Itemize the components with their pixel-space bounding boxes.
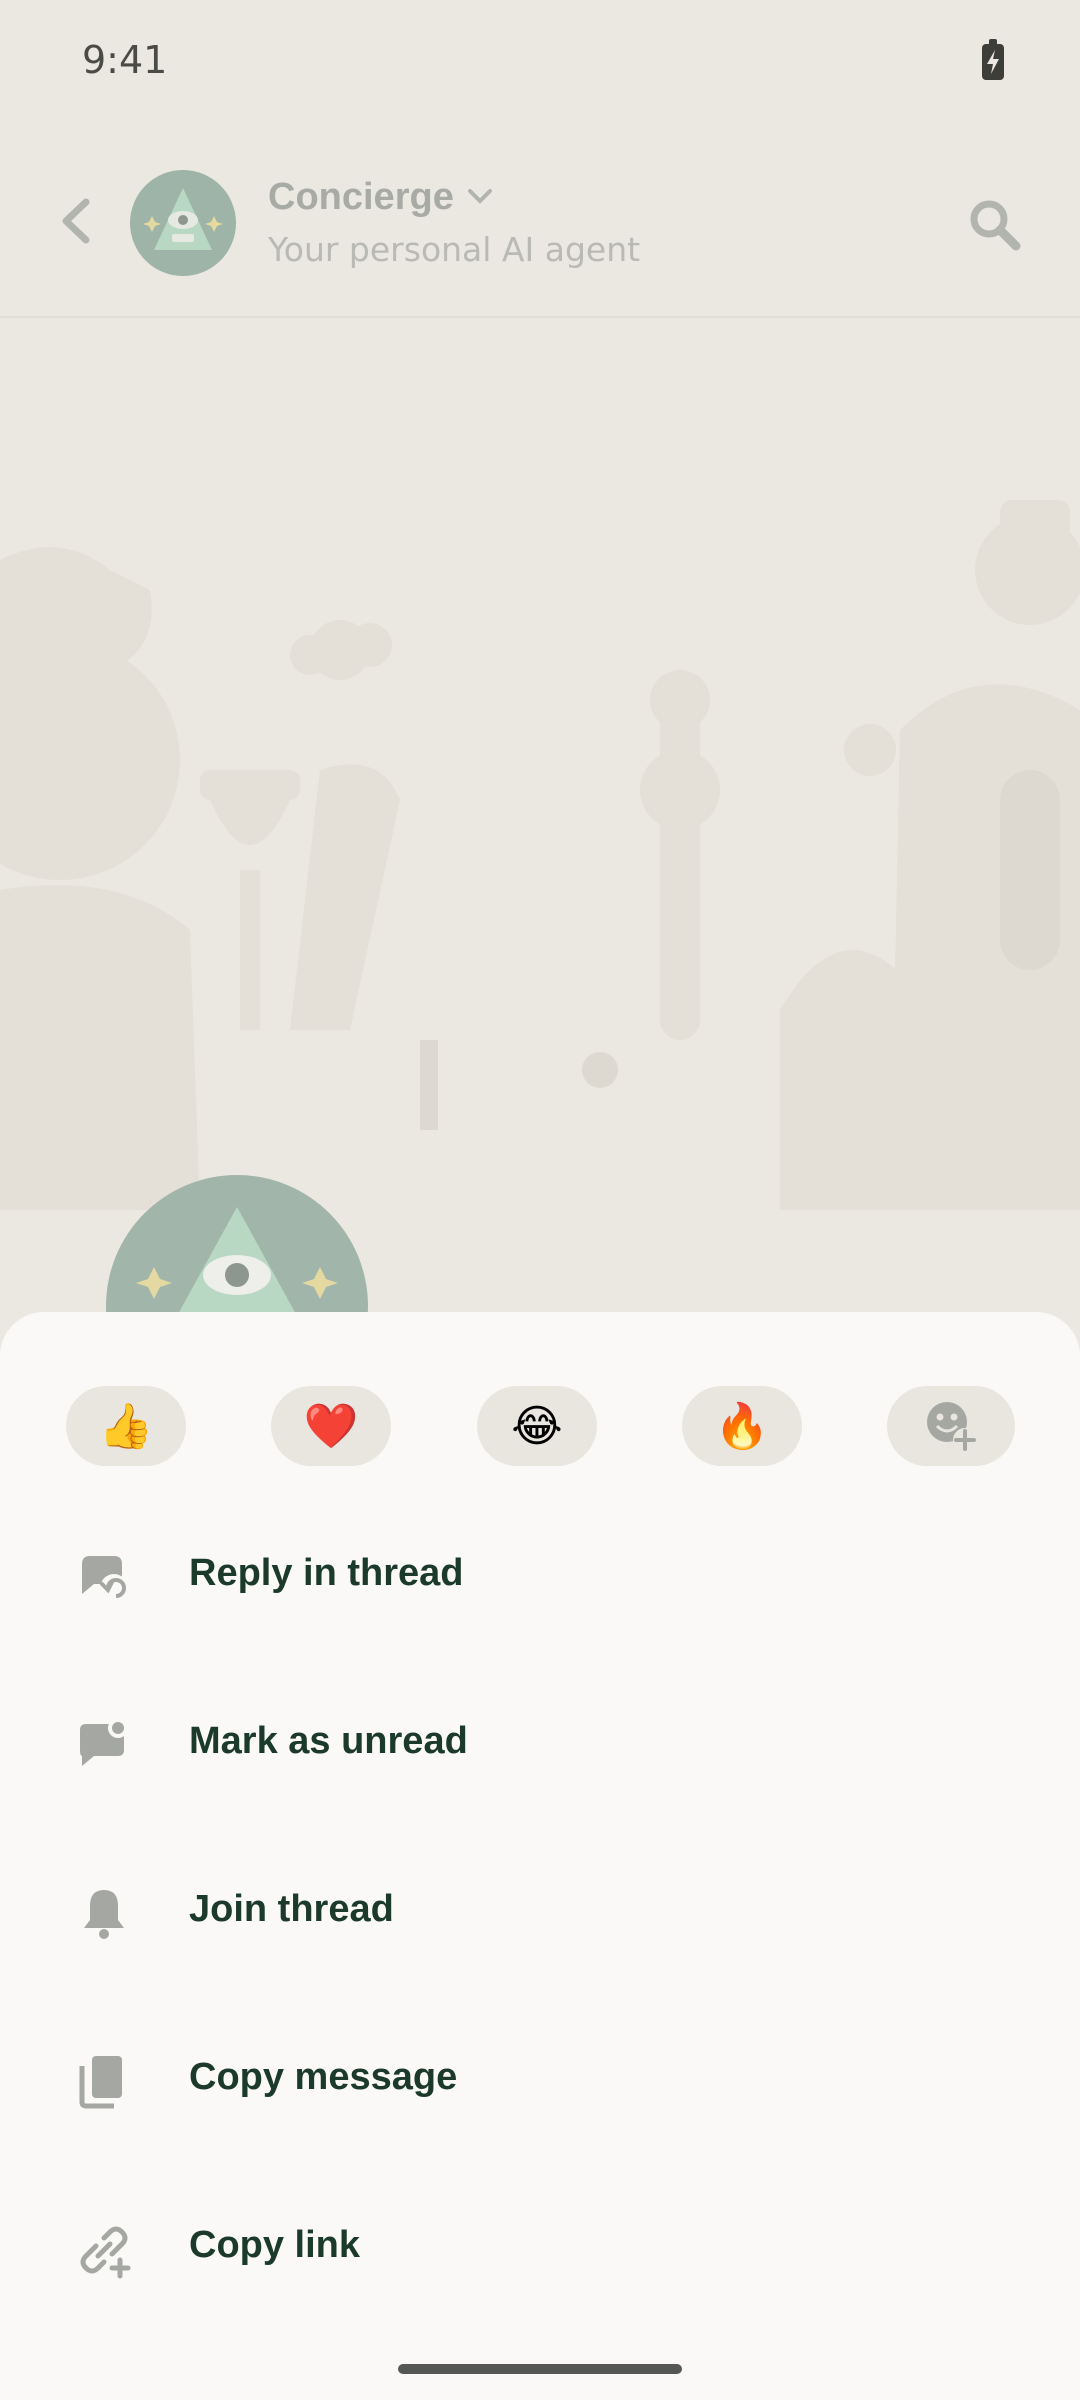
copy-message-item[interactable]: Copy message: [0, 2000, 1080, 2168]
thumbs-up-emoji: 👍: [98, 1401, 154, 1452]
status-time: 9:41: [82, 38, 168, 82]
join-thread-label: Join thread: [189, 1888, 394, 1930]
add-emoji-icon: [927, 1402, 977, 1452]
reply-in-thread-item[interactable]: Reply in thread: [0, 1496, 1080, 1664]
add-reaction-button[interactable]: [887, 1386, 1015, 1466]
mark-unread-icon: [80, 1718, 128, 1766]
mark-as-unread-item[interactable]: Mark as unread: [0, 1664, 1080, 1832]
home-indicator[interactable]: [398, 2364, 682, 2374]
battery-icon: [982, 39, 1004, 80]
concierge-avatar[interactable]: [130, 170, 236, 276]
copy-message-label: Copy message: [189, 2056, 458, 2098]
fire-emoji: 🔥: [714, 1401, 770, 1452]
chat-subtitle: Your personal AI agent: [268, 230, 641, 269]
chat-background-illustration: [0, 500, 1080, 1210]
copy-icon: [79, 2056, 122, 2109]
status-bar: 9:41: [0, 0, 1080, 126]
link-icon: [80, 2226, 131, 2279]
bell-icon: [84, 1890, 124, 1939]
chat-title[interactable]: Concierge: [268, 176, 454, 219]
mark-as-unread-label: Mark as unread: [189, 1720, 468, 1762]
message-actions-sheet: 👍 ❤️ 😂 🔥 Reply in thread Mark as unread …: [0, 1312, 1080, 2400]
copy-link-item[interactable]: Copy link: [0, 2168, 1080, 2336]
reply-in-thread-label: Reply in thread: [189, 1552, 464, 1594]
reaction-tears-of-joy[interactable]: 😂: [477, 1386, 597, 1466]
reply-thread-icon: [82, 1556, 128, 1602]
back-arrow-icon[interactable]: [56, 196, 96, 246]
heart-emoji: ❤️: [303, 1401, 359, 1452]
tears-of-joy-emoji: 😂: [511, 1400, 563, 1452]
join-thread-item[interactable]: Join thread: [0, 1832, 1080, 2000]
reaction-bar: 👍 ❤️ 😂 🔥: [0, 1386, 1080, 1466]
reaction-fire[interactable]: 🔥: [682, 1386, 802, 1466]
reaction-heart[interactable]: ❤️: [271, 1386, 391, 1466]
chevron-down-icon[interactable]: [466, 186, 494, 206]
chat-header: Concierge Your personal AI agent: [0, 126, 1080, 318]
reaction-thumbs-up[interactable]: 👍: [66, 1386, 186, 1466]
copy-link-label: Copy link: [189, 2224, 361, 2266]
search-icon[interactable]: [968, 198, 1022, 252]
